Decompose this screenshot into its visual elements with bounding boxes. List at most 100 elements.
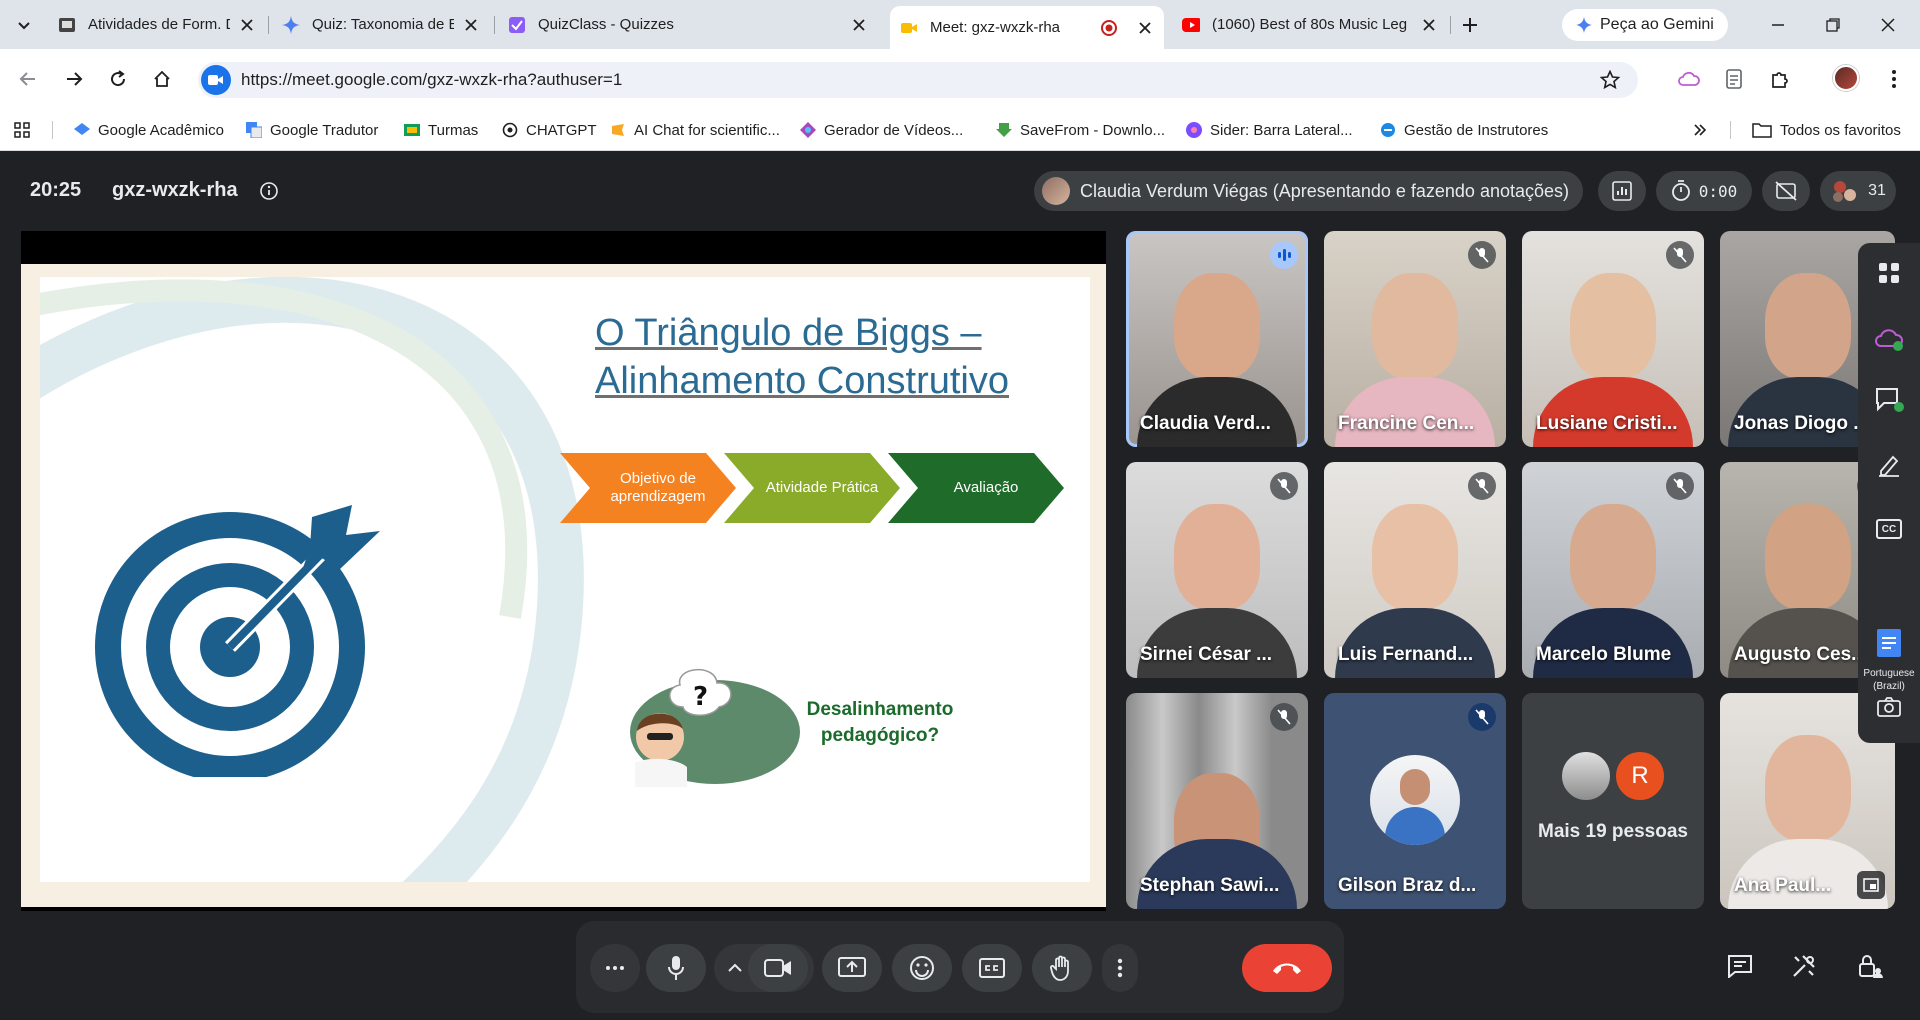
sider-icon [1186,122,1202,138]
close-icon[interactable] [462,16,480,34]
classroom-icon [404,122,420,138]
bookmark-google-academico[interactable]: Google Acadêmico [74,117,224,143]
bookmarks-overflow-button[interactable] [1692,117,1708,143]
tab-quizclass[interactable]: QuizClass - Quizzes [498,8,878,41]
caption-language-label[interactable]: Portuguese (Brazil) [1860,667,1918,693]
raise-hand-button[interactable] [1032,944,1092,992]
tab-atividades[interactable]: Atividades de Form. Docente [48,8,266,41]
participant-tile[interactable]: Gilson Braz d... [1324,693,1506,909]
participant-tile[interactable]: Francine Cen... [1324,231,1506,447]
close-icon[interactable] [1136,19,1154,37]
close-icon[interactable] [1420,16,1438,34]
tab-youtube[interactable]: (1060) Best of 80s Music Leg [1172,8,1448,41]
camera-snapshot-icon[interactable] [1873,691,1905,723]
folder-icon [1752,122,1772,138]
more-participants-tile[interactable]: R Mais 19 pessoas [1522,693,1704,909]
close-icon [1881,18,1895,32]
present-screen-button[interactable] [822,944,882,992]
camera-button[interactable] [748,944,808,992]
presenter-chip[interactable]: Claudia Verdum Viégas (Apresentando e fa… [1034,171,1583,211]
bookmark-star-icon[interactable] [1596,66,1624,94]
mic-off-icon [1468,241,1496,269]
participant-name: Claudia Verd... [1140,413,1271,434]
meet-app: 20:25 gxz-wxzk-rha Claudia Verdum Viégas… [0,151,1920,1020]
close-icon[interactable] [238,16,256,34]
timer-chip[interactable]: 0:00 [1656,171,1752,211]
address-bar[interactable]: https://meet.google.com/gxz-wxzk-rha?aut… [198,62,1638,98]
meeting-code: gxz-wxzk-rha [112,179,238,201]
apps-grid-button[interactable] [14,117,30,143]
tab-quiz-bloom[interactable]: Quiz: Taxonomia de Bloom e [272,8,490,41]
quizclass-icon [508,16,526,34]
minimize-button[interactable] [1765,12,1791,38]
forward-button[interactable] [60,65,88,93]
participant-tile[interactable]: Marcelo Blume [1522,462,1704,678]
participant-tile[interactable]: Claudia Verd... [1126,231,1308,447]
bookmark-turmas[interactable]: Turmas [404,117,478,143]
tab-title: Meet: gxz-wxzk-rha [930,19,1061,36]
host-controls-button[interactable] [1850,946,1890,986]
hide-video-button[interactable] [1762,171,1810,211]
participant-tile[interactable]: Luis Fernand... [1324,462,1506,678]
captions-button[interactable]: CC [1873,513,1905,545]
activities-cloud-icon[interactable] [1873,323,1905,355]
bookmark-chatgpt[interactable]: CHATGPT [502,117,597,143]
close-window-button[interactable] [1875,12,1901,38]
chat-button[interactable] [1720,946,1760,986]
meet-site-icon[interactable] [201,65,231,95]
profile-avatar[interactable] [1833,65,1859,91]
bar-chart-icon [1612,181,1632,201]
activities-button[interactable] [1784,946,1824,986]
openai-icon [502,122,518,138]
apps-icon[interactable] [1873,257,1905,289]
participant-count: 31 [1868,182,1886,199]
more-options-button[interactable] [1102,944,1138,992]
bookmark-sider[interactable]: Sider: Barra Lateral... [1186,117,1353,143]
tab-search-button[interactable] [10,11,38,39]
leave-call-button[interactable] [1242,944,1332,992]
extension-cloud-icon[interactable] [1675,65,1703,93]
tab-meet[interactable]: Meet: gxz-wxzk-rha [890,6,1164,49]
bookmark-ai-chat[interactable]: AI Chat for scientific... [610,117,780,143]
participant-tile[interactable]: Stephan Sawi... [1126,693,1308,909]
reactions-button[interactable] [892,944,952,992]
reload-button[interactable] [104,65,132,93]
speaking-indicator-icon [1270,241,1298,269]
restore-button[interactable] [1820,12,1846,38]
tab-title: Atividades de Form. Docente [88,16,230,33]
participant-name: Francine Cen... [1338,413,1475,434]
captions-toggle-button[interactable] [962,944,1022,992]
ask-gemini-label: Peça ao Gemini [1600,16,1714,33]
microphone-button[interactable] [646,944,706,992]
more-menu-icon[interactable] [1880,65,1908,93]
chat-ai-icon[interactable] [1873,383,1905,415]
bookmark-gerador-videos[interactable]: Gerador de Vídeos... [800,117,963,143]
ask-gemini-button[interactable]: Peça ao Gemini [1562,9,1728,41]
home-button[interactable] [148,65,176,93]
classroom-icon [58,16,76,34]
more-tools-button[interactable] [590,944,640,992]
mic-off-icon [1666,241,1694,269]
google-docs-icon[interactable] [1873,627,1905,659]
participant-tile[interactable]: Lusiane Cristi... [1522,231,1704,447]
participants-button[interactable]: 31 [1820,171,1896,211]
bookmark-gestao-instrutores[interactable]: Gestão de Instrutores [1380,117,1548,143]
bookmark-google-tradutor[interactable]: Google Tradutor [246,117,378,143]
bookmark-savefrom[interactable]: SaveFrom - Downlo... [996,117,1165,143]
extensions-puzzle-icon[interactable] [1766,65,1794,93]
back-button[interactable] [14,65,42,93]
all-bookmarks-button[interactable]: Todos os favoritos [1752,117,1901,143]
participant-name: Lusiane Cristi... [1536,413,1678,434]
url-text[interactable]: https://meet.google.com/gxz-wxzk-rha?aut… [241,70,1596,90]
participant-tile[interactable]: Sirnei César ... [1126,462,1308,678]
tab-title: QuizClass - Quizzes [538,16,674,33]
new-tab-button[interactable] [1457,12,1483,38]
target-arrow-icon [95,505,380,777]
annotate-pen-icon[interactable] [1873,449,1905,481]
picture-in-picture-icon[interactable] [1857,871,1885,899]
info-icon[interactable] [259,181,279,201]
close-icon[interactable] [850,16,868,34]
polls-button[interactable] [1598,171,1646,211]
gemini-star-icon [1576,17,1592,33]
document-extension-icon[interactable] [1720,65,1748,93]
